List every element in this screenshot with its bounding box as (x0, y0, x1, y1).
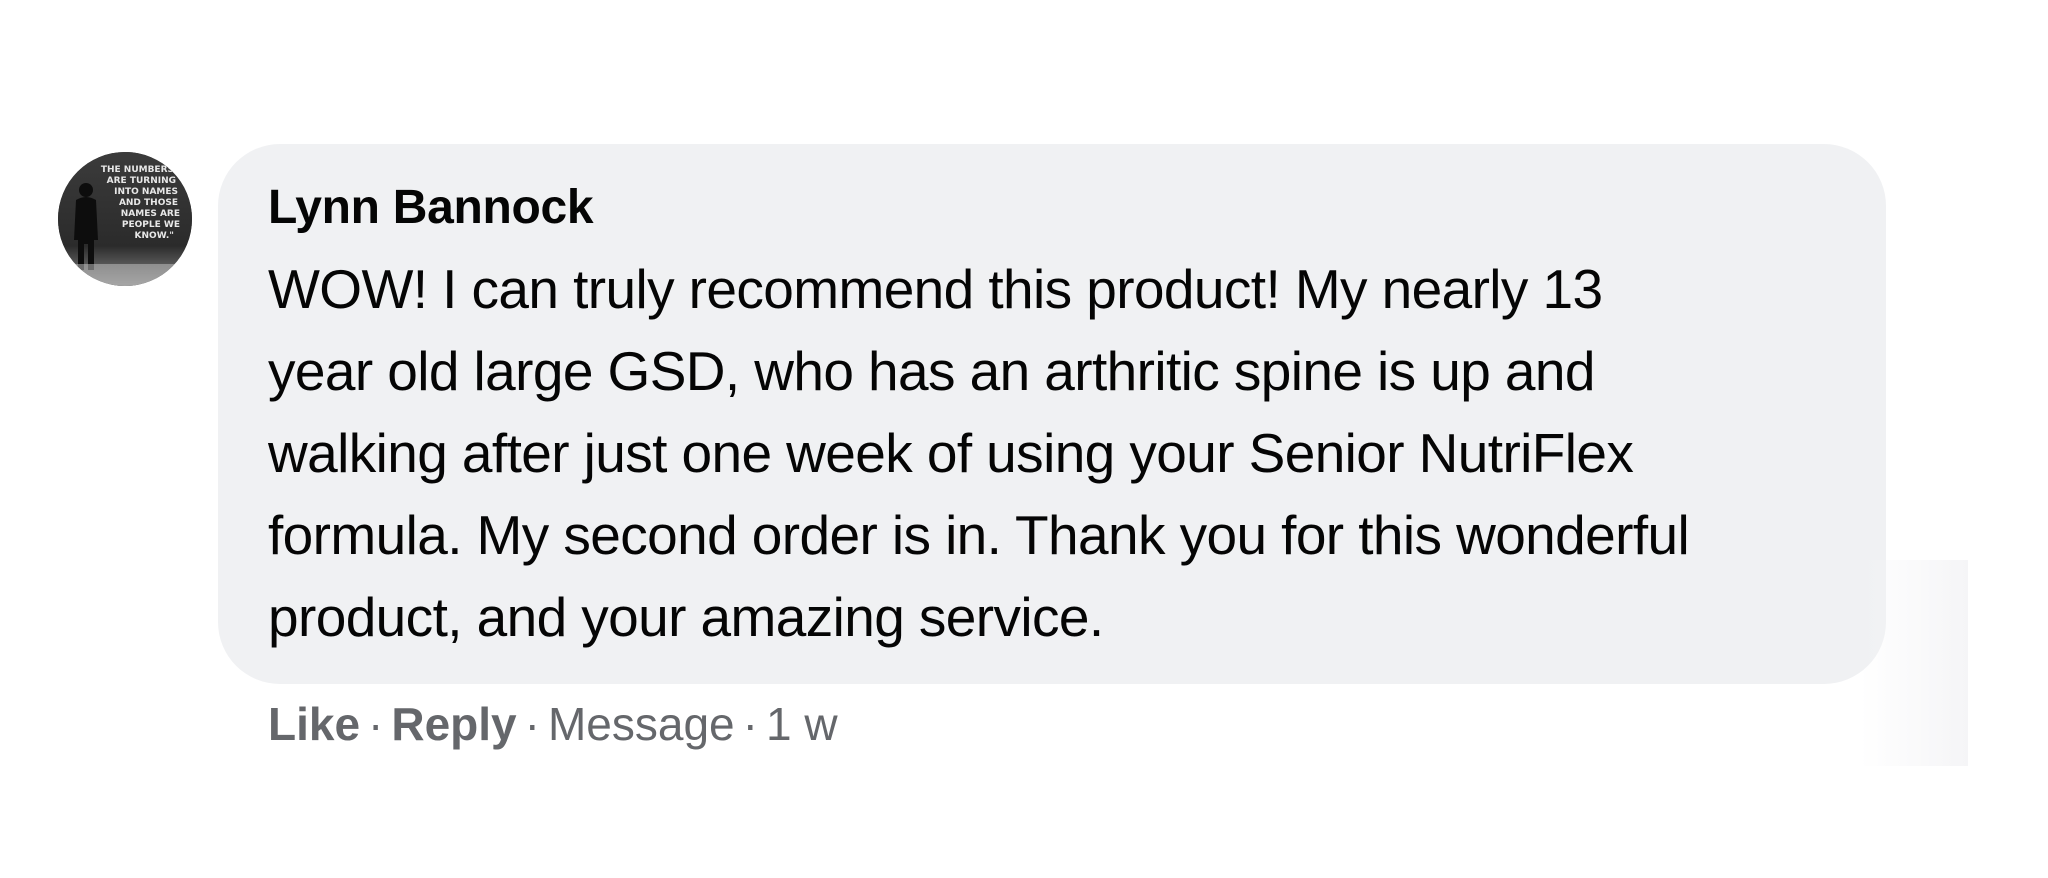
svg-text:KNOW.": KNOW." (135, 231, 174, 241)
like-button[interactable]: Like (268, 698, 360, 750)
separator-dot: · (524, 698, 540, 750)
reply-button[interactable]: Reply (391, 698, 516, 750)
svg-text:AND THOSE: AND THOSE (119, 198, 178, 208)
svg-text:NAMES ARE: NAMES ARE (121, 209, 180, 219)
svg-text:ARE TURNING: ARE TURNING (107, 176, 176, 186)
comment-actions: Like · Reply · Message · 1 w (268, 696, 838, 752)
separator-dot: · (368, 698, 384, 750)
comment-author[interactable]: Lynn Bannock (268, 180, 1826, 236)
separator-dot: · (742, 698, 758, 750)
message-button[interactable]: Message (548, 698, 735, 750)
comment-bubble: Lynn Bannock WOW! I can truly recommend … (218, 144, 1886, 684)
svg-text:INTO NAMES: INTO NAMES (114, 187, 178, 197)
svg-text:PEOPLE WE: PEOPLE WE (122, 220, 180, 230)
svg-text:THE NUMBERS: THE NUMBERS (101, 165, 174, 175)
avatar[interactable]: THE NUMBERS ARE TURNING INTO NAMES AND T… (58, 152, 192, 286)
avatar-image: THE NUMBERS ARE TURNING INTO NAMES AND T… (58, 152, 192, 286)
comment: THE NUMBERS ARE TURNING INTO NAMES AND T… (0, 0, 2048, 878)
comment-text: WOW! I can truly recommend this product!… (268, 258, 1690, 648)
timestamp-link[interactable]: 1 w (766, 698, 838, 750)
edge-shadow (1860, 560, 1968, 766)
